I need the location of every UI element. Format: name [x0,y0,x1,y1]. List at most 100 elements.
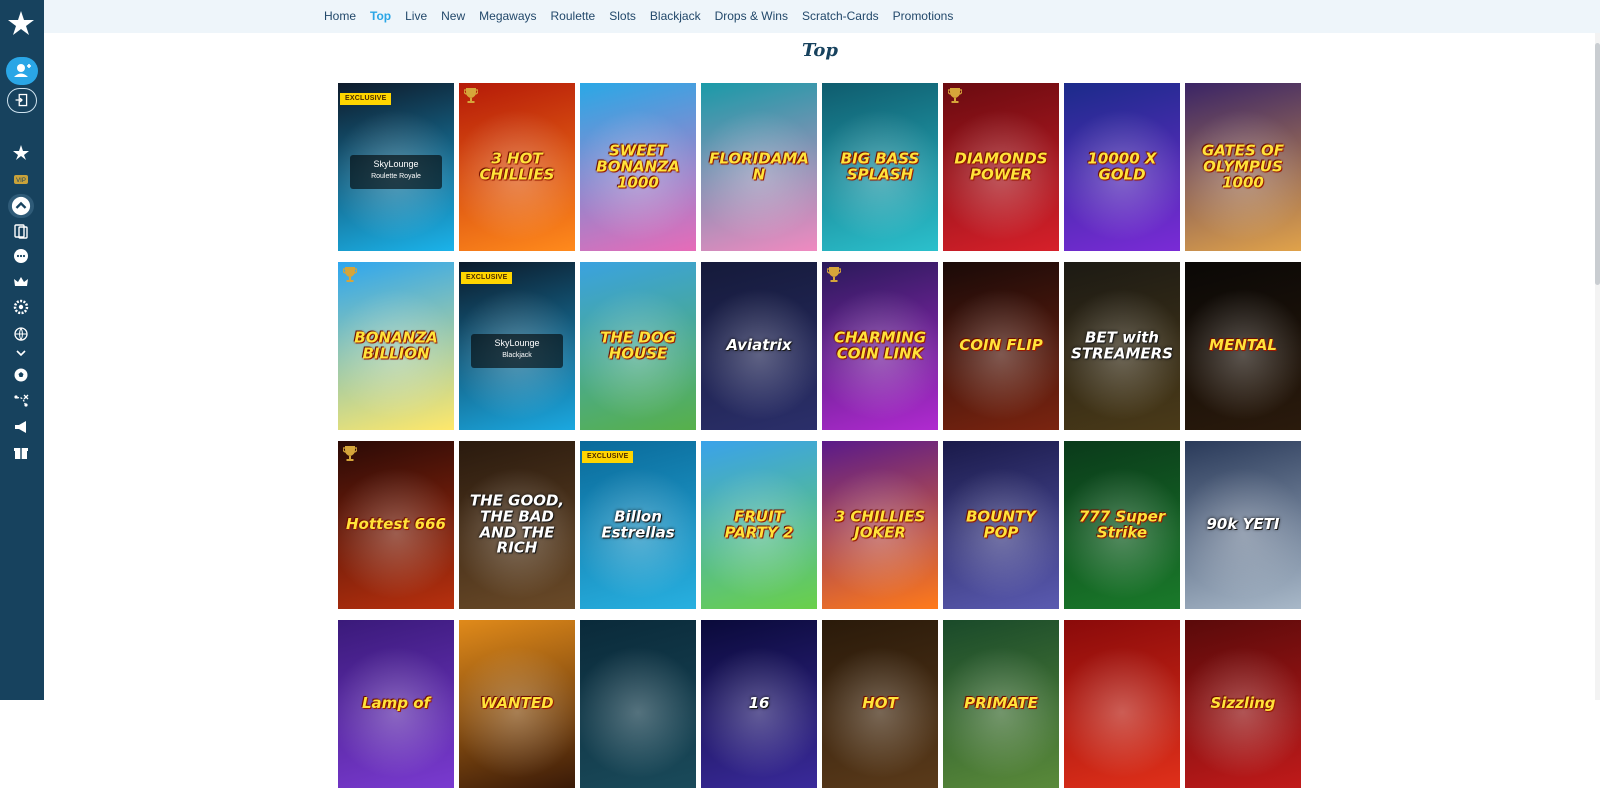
trophy-icon [464,87,478,105]
game-title: BONANZA BILLION [354,328,438,362]
game-title: HOT [862,694,898,713]
game-tile[interactable]: 16 [701,620,817,788]
sidebar-item-vip-crown[interactable] [11,273,31,291]
game-tile[interactable]: GATES OF OLYMPUS 1000 [1185,83,1301,251]
sidebar-item-sports[interactable] [11,325,31,343]
dots-circle-icon [14,249,28,263]
game-tile[interactable]: FLORIDAMAN [701,83,817,251]
game-tile[interactable]: Aviatrix [701,262,817,430]
scroll-thumb[interactable] [1595,43,1600,285]
game-tile[interactable]: Hottest 666 [338,441,454,609]
game-tile[interactable]: CHARMING COIN LINK [822,262,938,430]
game-title: 777 Super Strike [1078,507,1166,541]
section-title: Top [802,40,838,61]
tab-top[interactable]: Top [370,9,391,23]
sidebar-item-tactics[interactable] [11,392,31,410]
sidebar-item-top[interactable] [11,143,31,161]
game-title: PRIMATE [964,694,1038,713]
trophy-icon [343,445,357,463]
game-tile[interactable]: BONANZA BILLION [338,262,454,430]
game-title: 3 HOT CHILLIES [479,149,555,183]
game-tile[interactable]: 3 CHILLIES JOKER [822,441,938,609]
tab-blackjack[interactable]: Blackjack [650,9,701,23]
game-title: Lamp of [361,694,431,713]
football-icon [14,368,28,382]
game-title: Billon Estrellas [601,507,675,541]
game-title: FRUIT PARTY 2 [724,507,794,541]
tab-home[interactable]: Home [324,9,356,23]
sidebar-item-expand[interactable] [11,344,31,362]
sidebar-item-settings[interactable] [11,298,31,316]
tab-scratch-cards[interactable]: Scratch-Cards [802,9,879,23]
game-tile[interactable]: BIG BASS SPLASH [822,83,938,251]
chevron-down-icon [16,350,26,357]
tab-live[interactable]: Live [405,9,427,23]
game-tile[interactable] [1064,620,1180,788]
game-title: DIAMONDS POWER [954,149,1048,183]
game-title: BET with STREAMERS [1071,328,1173,362]
game-tile[interactable]: SkyLounge Blackjack EXCLUSIVE [459,262,575,430]
game-tile[interactable]: FRUIT PARTY 2 [701,441,817,609]
game-tile[interactable]: BOUNTY POP [943,441,1059,609]
tab-slots[interactable]: Slots [609,9,636,23]
trophy-icon [343,266,357,284]
game-tile[interactable]: 90k YETI [1185,441,1301,609]
trophy-icon [948,87,962,105]
tab-new[interactable]: New [441,9,465,23]
crown-icon [14,277,28,286]
game-title: 10000 X GOLD [1087,149,1157,183]
sidebar-user-button[interactable] [6,57,38,85]
tab-roulette[interactable]: Roulette [551,9,596,23]
sidebar-item-promotions[interactable] [11,418,31,436]
game-tile[interactable]: HOT [822,620,938,788]
tab-promotions[interactable]: Promotions [893,9,954,23]
game-tile[interactable]: BET with STREAMERS [1064,262,1180,430]
game-subtitle: Roulette Royale [371,173,421,180]
game-title: THE GOOD, THE BAD AND THE RICH [469,491,565,557]
game-title: BOUNTY POP [965,507,1036,541]
game-tile[interactable]: MENTAL [1185,262,1301,430]
megaphone-icon [15,421,26,433]
login-icon [15,93,28,107]
game-tile[interactable]: Sizzling [1185,620,1301,788]
user-icon [14,64,31,77]
game-tile[interactable]: Billon Estrellas EXCLUSIVE [580,441,696,609]
game-tile[interactable]: THE GOOD, THE BAD AND THE RICH [459,441,575,609]
game-tile[interactable]: PRIMATE [943,620,1059,788]
gear-icon [13,299,29,315]
game-tile[interactable]: 777 Super Strike [1064,441,1180,609]
game-tile[interactable]: COIN FLIP [943,262,1059,430]
game-tile[interactable]: WANTED [459,620,575,788]
game-tile[interactable]: 10000 X GOLD [1064,83,1180,251]
cards-icon [14,224,28,239]
sidebar-item-live[interactable] [8,194,34,218]
sidebar-item-vip[interactable]: VIP [11,170,31,188]
game-title: Aviatrix [726,336,792,355]
game-tile[interactable]: SkyLounge Roulette Royale EXCLUSIVE [338,83,454,251]
game-tile[interactable]: 3 HOT CHILLIES [459,83,575,251]
game-tile[interactable]: DIAMONDS POWER [943,83,1059,251]
svg-text:VIP: VIP [16,178,26,184]
sidebar-login-button[interactable] [7,88,37,113]
game-title: 90k YETI [1206,515,1280,534]
game-title: BIG BASS SPLASH [840,149,920,183]
exclusive-badge: EXCLUSIVE [340,93,392,105]
sidebar-item-gifts[interactable] [11,443,31,461]
game-tile[interactable] [580,620,696,788]
sidebar-item-new[interactable] [11,222,31,240]
star-logo-icon[interactable] [7,9,35,37]
tab-megaways[interactable]: Megaways [479,9,536,23]
game-tile[interactable]: THE DOG HOUSE [580,262,696,430]
game-tile[interactable]: Lamp of [338,620,454,788]
tab-drops-wins[interactable]: Drops & Wins [715,9,788,23]
tile-artwork [580,620,696,788]
game-tile[interactable]: SWEET BONANZA 1000 [580,83,696,251]
top-navigation: Home Top Live New Megaways Roulette Slots Black… [44,0,1600,33]
sidebar-item-more[interactable] [11,247,31,265]
star-icon [13,145,29,160]
game-title: 16 [748,694,770,713]
sidebar-item-football[interactable] [11,366,31,384]
game-title: SkyLounge [373,159,419,169]
scrollbar[interactable] [1595,33,1600,700]
game-grid: SkyLounge Roulette Royale EXCLUSIVE 3 HOT C… [338,83,1307,788]
